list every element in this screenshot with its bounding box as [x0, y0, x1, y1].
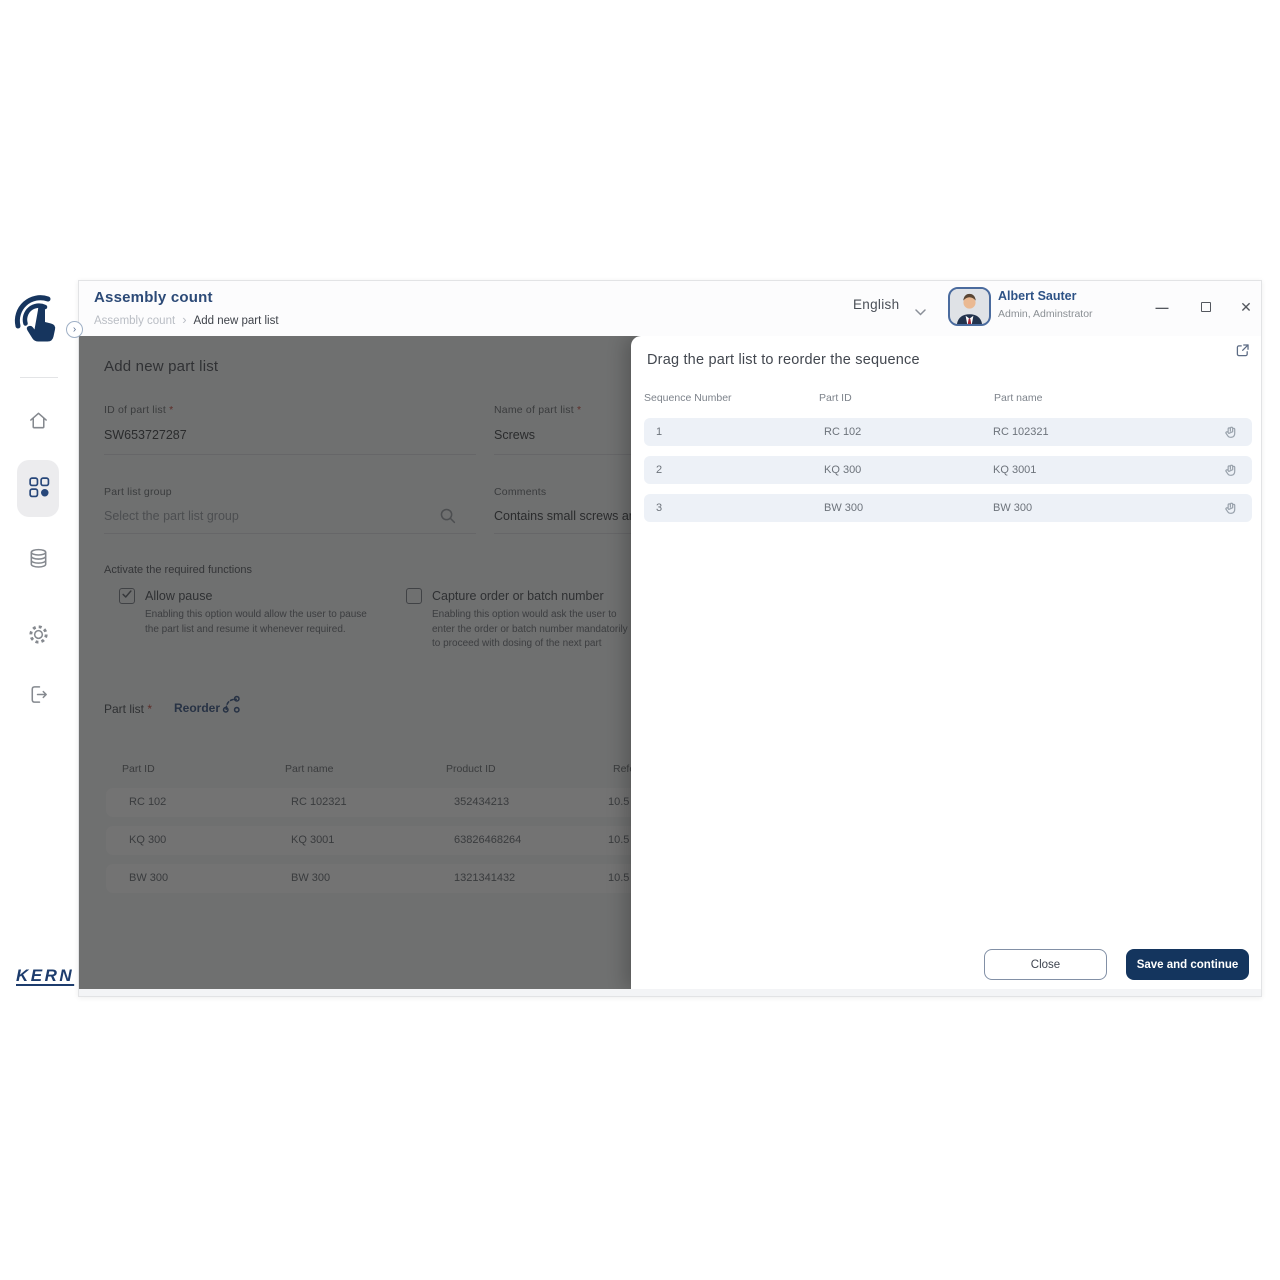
- col-header-part-id: Part ID: [819, 392, 852, 404]
- sidebar-expand-toggle[interactable]: ›: [66, 321, 83, 338]
- sequence-row[interactable]: 3 BW 300 BW 300: [644, 494, 1252, 522]
- maximize-icon: [1201, 302, 1211, 312]
- database-icon: [27, 547, 50, 575]
- sidebar-item-settings[interactable]: [17, 616, 59, 658]
- sidebar-item-apps[interactable]: [17, 460, 59, 517]
- titlebar: Assembly count Assembly count › Add new pa…: [79, 281, 1261, 336]
- apps-grid-icon: [27, 475, 50, 503]
- sequence-row[interactable]: 2 KQ 300 KQ 3001: [644, 456, 1252, 484]
- breadcrumb-separator: ›: [182, 312, 186, 327]
- drag-handle-icon[interactable]: [1223, 462, 1238, 483]
- language-selector[interactable]: English: [853, 297, 899, 312]
- kern-brand-logo: KERN: [16, 966, 74, 986]
- col-header-part-name: Part name: [994, 392, 1042, 404]
- modal-title: Drag the part list to reorder the sequen…: [647, 352, 920, 368]
- sequence-row[interactable]: 1 RC 102 RC 102321: [644, 418, 1252, 446]
- page-title: Assembly count: [94, 289, 213, 306]
- window-maximize-button[interactable]: [1195, 295, 1217, 319]
- window-close-button[interactable]: ✕: [1235, 295, 1257, 319]
- reorder-modal: Drag the part list to reorder the sequen…: [631, 336, 1261, 989]
- sidebar-item-database[interactable]: [17, 540, 59, 582]
- sidebar-item-home[interactable]: [17, 402, 59, 444]
- drag-handle-icon[interactable]: [1223, 500, 1238, 521]
- sidebar-item-logout[interactable]: [17, 676, 59, 718]
- chevron-down-icon[interactable]: [915, 303, 926, 321]
- close-button[interactable]: Close: [984, 949, 1107, 980]
- user-role: Admin, Adminstrator: [998, 308, 1093, 320]
- col-header-sequence: Sequence Number: [644, 392, 732, 404]
- save-and-continue-button[interactable]: Save and continue: [1126, 949, 1249, 980]
- app-logo-touch-icon: [12, 292, 66, 355]
- user-avatar[interactable]: [948, 287, 991, 326]
- breadcrumb-parent[interactable]: Assembly count: [94, 315, 175, 327]
- breadcrumb-current: Add new part list: [194, 315, 279, 327]
- app-window: Assembly count Assembly count › Add new pa…: [78, 280, 1262, 997]
- window-content: Add new part list ID of part list * SW65…: [79, 336, 1261, 989]
- settings-gear-icon: [27, 623, 50, 651]
- drag-handle-icon[interactable]: [1223, 424, 1238, 445]
- breadcrumb: Assembly count › Add new part list: [94, 312, 279, 327]
- user-name[interactable]: Albert Sauter: [998, 289, 1077, 303]
- window-minimize-button[interactable]: —: [1151, 295, 1173, 319]
- logout-icon: [27, 683, 50, 711]
- sidebar-divider: [20, 377, 58, 378]
- expand-icon[interactable]: [1234, 342, 1251, 364]
- home-icon: [27, 409, 50, 437]
